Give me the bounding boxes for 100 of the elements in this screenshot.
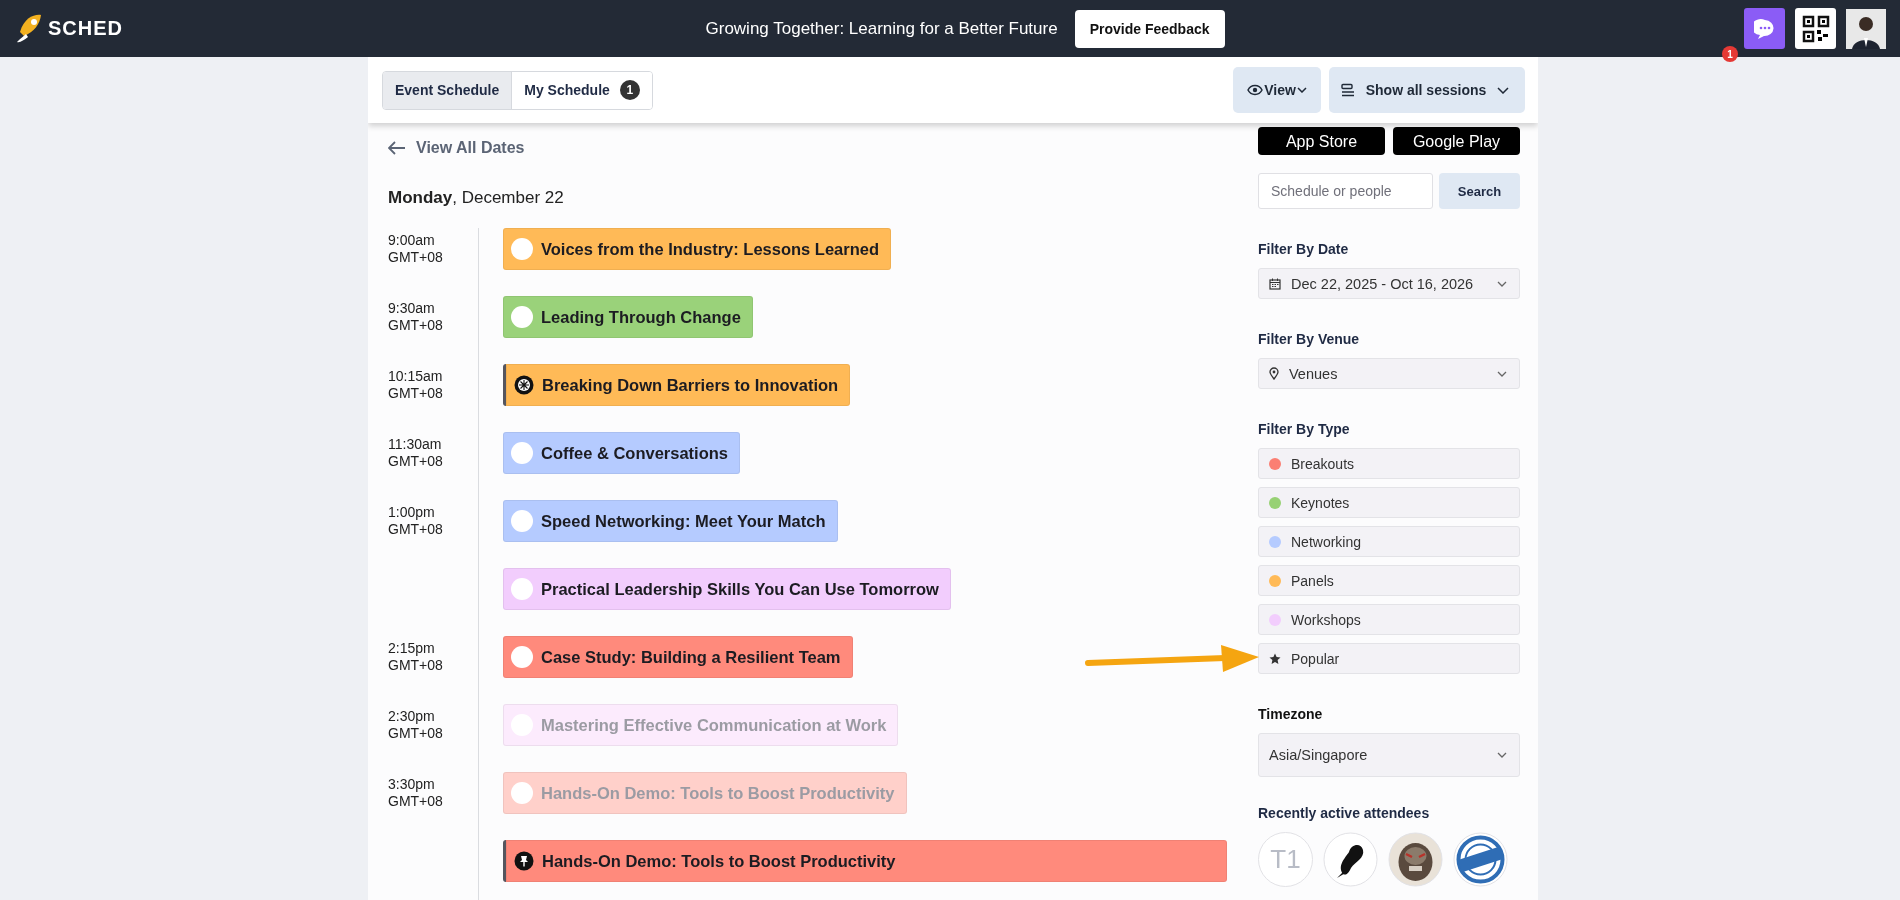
session-time: 2:30pm [388,708,436,725]
session-card[interactable]: Voices from the Industry: Lessons Learned [503,228,892,270]
schedule-tab[interactable]: Event Schedule [383,71,513,109]
session-card[interactable]: Speed Networking: Meet Your Match [503,500,838,542]
chevron-down-icon [1497,370,1507,377]
session-title: Breaking Down Barriers to Innovation [542,375,839,395]
event-title: Growing Together: Learning for a Better Future [705,18,1058,39]
session-card[interactable]: Leading Through Change [503,296,753,338]
sessions-label: Show all sessions [1365,82,1487,98]
type-filter[interactable]: Keynotes [1258,487,1520,518]
arrow-left-icon [388,141,406,155]
user-avatar[interactable] [1846,8,1886,49]
session-timezone: GMT+08 [388,249,444,266]
session-card[interactable]: Case Study: Building a Resilient Team [503,636,853,678]
dropdown-value: Venues [1289,365,1339,382]
session-card[interactable]: Practical Leadership Skills You Can Use Tomorrow [503,568,951,610]
store-label: Google Play [1412,131,1501,151]
session-title: Case Study: Building a Resilient Team [541,647,841,667]
session-time: 2:15pm [388,640,436,657]
pushpin-icon [514,851,534,871]
show-sessions-button[interactable]: Show all sessions [1329,67,1525,113]
session-time: 10:15am [388,368,444,385]
calendar-icon [1269,277,1281,290]
session-time: 1:00pm [388,504,436,521]
session-title: Hands-On Demo: Tools to Boost Productivity [541,783,895,803]
store-label: App Store [1285,131,1358,151]
session-title: Mastering Effective Communication at Work [541,715,887,735]
select-circle-icon [511,442,533,464]
type-filter[interactable]: Breakouts [1258,448,1520,479]
date-heading: Monday, December 22 [388,188,565,208]
session-time: 3:30pm [388,776,436,793]
list-icon [1341,83,1355,97]
type-label: Keynotes [1291,494,1350,511]
select-circle-icon [511,782,533,804]
timezone-dropdown[interactable]: Asia/Singapore [1258,733,1520,777]
type-filter[interactable]: Panels [1258,565,1520,596]
search-button[interactable]: Search [1439,173,1520,209]
chevron-down-icon [1497,86,1509,94]
link-label: View All Dates [416,139,525,157]
type-filter[interactable]: Popular [1258,643,1520,674]
session-title: Voices from the Industry: Lessons Learned [541,239,880,259]
session-time: 11:30am [388,436,443,453]
timezone-heading: Timezone [1258,706,1324,722]
count-badge: 1 [619,80,640,100]
chat-icon [1753,17,1776,40]
type-label: Workshops [1291,611,1361,628]
app-store-badge[interactable]: Google Play [1393,127,1520,155]
session-timezone: GMT+08 [388,521,444,538]
session-card[interactable]: Hands-On Demo: Tools to Boost Productivity [503,840,1227,882]
session-timezone: GMT+08 [388,657,444,674]
app-store-badge[interactable]: App Store [1258,127,1385,155]
chevron-down-icon [1497,752,1507,758]
qr-code-icon [1801,14,1830,43]
chat-button[interactable] [1744,8,1785,49]
tab-label: Event Schedule [395,82,500,98]
select-circle-icon [511,578,533,600]
session-title: Leading Through Change [541,307,741,327]
session-title: Practical Leadership Skills You Can Use Tomorrow [541,579,939,599]
session-title: Speed Networking: Meet Your Match [541,511,826,531]
dropdown-value: Dec 22, 2025 - Oct 16, 2026 [1291,275,1475,292]
location-pin-icon [1269,367,1279,380]
view-all-dates-link[interactable]: View All Dates [388,139,525,157]
eye-icon [1247,84,1264,96]
tab-label: My Schedule [524,82,610,98]
session-card[interactable]: Coffee & Conversations [503,432,741,474]
qr-code-button[interactable] [1795,8,1836,49]
feedback-button[interactable]: Provide Feedback [1074,9,1225,48]
star-icon [1269,652,1281,665]
starburst-icon [514,375,534,395]
session-title: Hands-On Demo: Tools to Boost Productivity [542,851,896,871]
session-card[interactable]: Breaking Down Barriers to Innovation [503,364,851,406]
select-circle-icon [511,510,533,532]
type-label: Popular [1291,650,1340,667]
type-label: Breakouts [1291,455,1355,472]
session-timezone: GMT+08 [388,725,444,742]
session-timezone: GMT+08 [388,453,444,470]
search-field[interactable]: Schedule or people [1258,173,1433,209]
filter-heading: Filter By Venue [1258,331,1361,347]
type-filter[interactable]: Workshops [1258,604,1520,635]
session-time: 9:00am [388,232,436,249]
chevron-down-icon [1497,280,1507,287]
filter-heading: Filter By Type [1258,421,1351,437]
attendees-heading: Recently active attendees [1258,805,1431,821]
view-label: View [1264,82,1296,98]
session-timezone: GMT+08 [388,385,444,402]
dropdown-value: Asia/Singapore [1269,747,1369,763]
logo-text: SCHED [48,17,123,40]
notification-badge: 1 [1722,46,1738,62]
view-button[interactable]: View [1233,67,1321,113]
session-time: 9:30am [388,300,436,317]
type-filter[interactable]: Networking [1258,526,1520,557]
date-range-dropdown[interactable]: Dec 22, 2025 - Oct 16, 2026 [1258,268,1520,299]
select-circle-icon [511,646,533,668]
session-title: Coffee & Conversations [541,443,729,463]
venue-dropdown[interactable]: Venues [1258,358,1520,389]
chevron-down-icon [1296,87,1307,93]
session-timezone: GMT+08 [388,317,444,334]
select-circle-icon [511,238,533,260]
type-label: Networking [1291,533,1362,550]
filter-heading: Filter By Date [1258,241,1350,257]
